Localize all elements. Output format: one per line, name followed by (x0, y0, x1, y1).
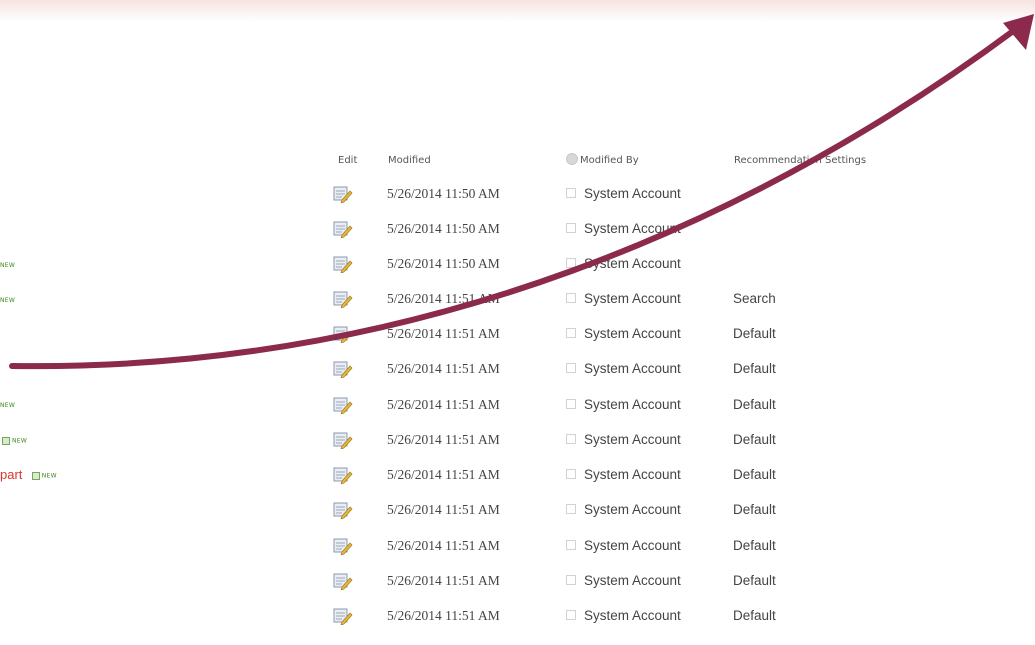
modified-cell: 5/26/2014 11:51 AM (387, 502, 500, 517)
modified-cell: 5/26/2014 11:50 AM (387, 256, 500, 271)
modified-by-link[interactable]: System Account (584, 256, 681, 271)
table-row: 5/26/2014 11:51 AM System Account Defaul… (0, 572, 1035, 607)
table-row: 5/26/2014 11:50 AM System Account (0, 220, 1035, 255)
modified-cell: 5/26/2014 11:51 AM (387, 573, 500, 588)
recommendation-cell: Default (733, 467, 776, 482)
modified-by-link[interactable]: System Account (584, 502, 681, 517)
modified-cell: 5/26/2014 11:50 AM (387, 186, 500, 201)
modified-cell: 5/26/2014 11:51 AM (387, 291, 500, 306)
edit-icon[interactable] (333, 466, 353, 485)
table-row: 5/26/2014 11:51 AM System Account Defaul… (0, 466, 1035, 501)
modified-cell: 5/26/2014 11:51 AM (387, 326, 500, 341)
modified-by-link[interactable]: System Account (584, 221, 681, 236)
edit-icon[interactable] (333, 360, 353, 379)
modified-by-link[interactable]: System Account (584, 326, 681, 341)
column-header-edit[interactable]: Edit (338, 155, 357, 166)
presence-checkbox[interactable] (566, 434, 576, 444)
presence-checkbox[interactable] (566, 575, 576, 585)
edit-icon[interactable] (333, 431, 353, 450)
modified-cell: 5/26/2014 11:51 AM (387, 432, 500, 447)
column-header-modified[interactable]: Modified (388, 155, 431, 166)
edit-icon[interactable] (333, 185, 353, 204)
recommendation-cell: Default (733, 573, 776, 588)
select-all-circle-icon[interactable] (566, 153, 578, 165)
modified-cell: 5/26/2014 11:51 AM (387, 467, 500, 482)
table-row: 5/26/2014 11:51 AM System Account Defaul… (0, 325, 1035, 360)
presence-checkbox[interactable] (566, 504, 576, 514)
table-row: 5/26/2014 11:51 AM System Account Defaul… (0, 396, 1035, 431)
modified-cell: 5/26/2014 11:51 AM (387, 538, 500, 553)
edit-icon[interactable] (333, 325, 353, 344)
edit-icon[interactable] (333, 607, 353, 626)
modified-by-link[interactable]: System Account (584, 538, 681, 553)
table-row: 5/26/2014 11:51 AM System Account Search (0, 290, 1035, 325)
modified-cell: 5/26/2014 11:51 AM (387, 608, 500, 623)
modified-by-link[interactable]: System Account (584, 608, 681, 623)
edit-icon[interactable] (333, 396, 353, 415)
presence-checkbox[interactable] (566, 363, 576, 373)
presence-checkbox[interactable] (566, 328, 576, 338)
modified-by-link[interactable]: System Account (584, 361, 681, 376)
recommendation-cell: Default (733, 608, 776, 623)
presence-checkbox[interactable] (566, 223, 576, 233)
recommendation-cell: Default (733, 538, 776, 553)
presence-checkbox[interactable] (566, 399, 576, 409)
column-header-recommendation-settings[interactable]: Recommendation Settings (734, 155, 866, 166)
top-faded-band (0, 0, 1035, 22)
recommendation-cell: Default (733, 397, 776, 412)
presence-checkbox[interactable] (566, 469, 576, 479)
modified-cell: 5/26/2014 11:50 AM (387, 221, 500, 236)
recommendation-cell: Default (733, 502, 776, 517)
presence-checkbox[interactable] (566, 188, 576, 198)
table-row: 5/26/2014 11:50 AM System Account (0, 255, 1035, 290)
modified-cell: 5/26/2014 11:51 AM (387, 397, 500, 412)
edit-icon[interactable] (333, 220, 353, 239)
table-row: 5/26/2014 11:51 AM System Account Defaul… (0, 431, 1035, 466)
presence-checkbox[interactable] (566, 258, 576, 268)
edit-icon[interactable] (333, 255, 353, 274)
modified-by-link[interactable]: System Account (584, 397, 681, 412)
table-row: 5/26/2014 11:51 AM System Account Defaul… (0, 537, 1035, 572)
modified-by-link[interactable]: System Account (584, 432, 681, 447)
table-row: 5/26/2014 11:51 AM System Account Defaul… (0, 607, 1035, 642)
recommendation-cell: Default (733, 432, 776, 447)
table-row: 5/26/2014 11:51 AM System Account Defaul… (0, 360, 1035, 395)
table-row: 5/26/2014 11:50 AM System Account (0, 185, 1035, 220)
modified-by-link[interactable]: System Account (584, 573, 681, 588)
column-header-modified-by[interactable]: Modified By (580, 155, 639, 166)
recommendation-cell: Default (733, 326, 776, 341)
presence-checkbox[interactable] (566, 610, 576, 620)
presence-checkbox[interactable] (566, 540, 576, 550)
recommendation-cell: Default (733, 361, 776, 376)
modified-cell: 5/26/2014 11:51 AM (387, 361, 500, 376)
edit-icon[interactable] (333, 501, 353, 520)
edit-icon[interactable] (333, 537, 353, 556)
modified-by-link[interactable]: System Account (584, 291, 681, 306)
recommendation-cell: Search (733, 291, 776, 306)
edit-icon[interactable] (333, 572, 353, 591)
modified-by-link[interactable]: System Account (584, 467, 681, 482)
presence-checkbox[interactable] (566, 293, 576, 303)
edit-icon[interactable] (333, 290, 353, 309)
table-row: 5/26/2014 11:51 AM System Account Defaul… (0, 501, 1035, 536)
modified-by-link[interactable]: System Account (584, 186, 681, 201)
